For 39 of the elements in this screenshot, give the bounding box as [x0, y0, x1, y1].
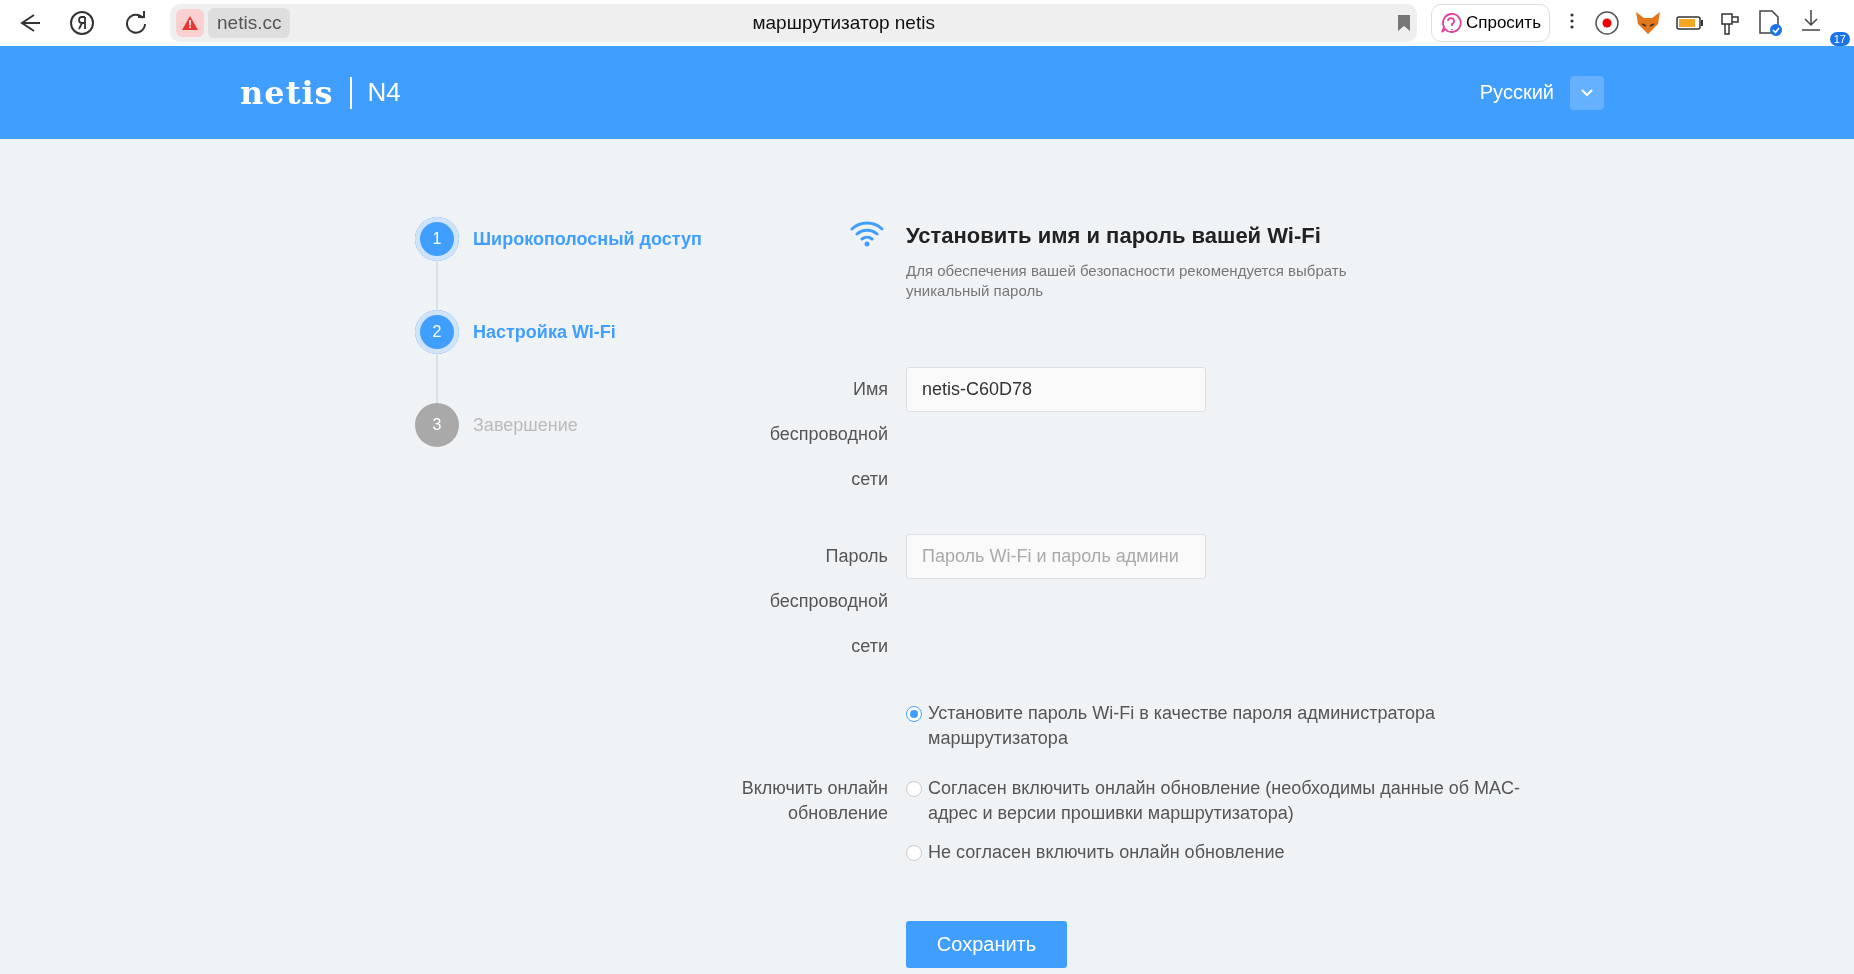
step-number: 1 [415, 217, 459, 261]
chevron-down-icon [1581, 88, 1593, 97]
chat-question-icon [1439, 12, 1462, 34]
section-title: Установить имя и пароль вашей Wi-Fi [906, 222, 1322, 249]
download-count: 17 [1829, 32, 1850, 46]
logo: netis [240, 73, 334, 112]
step-label: Широкополосный доступ [473, 228, 702, 250]
field-label: Включить онлайн обновление [740, 777, 888, 825]
battery-icon[interactable] [1676, 15, 1704, 31]
warning-icon[interactable] [181, 15, 199, 31]
step-label: Настройка Wi-Fi [473, 321, 616, 343]
option-label: Не согласен включить онлайн обновление [928, 841, 1285, 864]
page-title: маршрутизатор netis [752, 12, 935, 34]
text-field[interactable]: netis-C60D78 [906, 367, 1206, 412]
option-label: Установите пароль Wi-Fi в качестве пароля администратора маршрутизатора [928, 702, 1437, 750]
ask-button[interactable]: Спросить [1430, 4, 1550, 42]
fox-icon[interactable] [1634, 10, 1662, 36]
field-label: Имя беспроводной сети [768, 378, 888, 491]
text-field[interactable]: Пароль Wi-Fi и пароль админи [906, 534, 1206, 579]
document-check-icon[interactable] [1756, 9, 1784, 37]
wifi-icon [850, 219, 884, 247]
address-bar[interactable]: netis.cc маршрутизатор netis [170, 4, 1417, 42]
step-number: 3 [415, 403, 459, 447]
model-name: N4 [367, 77, 401, 108]
language-label: Русский [1479, 81, 1554, 104]
record-icon[interactable] [1594, 10, 1620, 36]
radio-button[interactable] [906, 845, 922, 861]
plug-icon[interactable] [1718, 10, 1742, 36]
field-label: Пароль беспроводной сети [768, 545, 888, 658]
radio-button[interactable] [906, 781, 922, 797]
option-label: Согласен включить онлайн обновление (необходимы данные об MAC-адрес и версии прошивки маршрутизатора) [928, 777, 1521, 825]
step-label: Завершение [473, 414, 578, 436]
bookmark-icon[interactable] [1396, 14, 1411, 32]
url-text[interactable]: netis.cc [208, 8, 291, 38]
more-icon[interactable] [1570, 11, 1574, 30]
checkbox[interactable] [906, 706, 922, 722]
section-subtitle: Для обеспечения вашей безопасности рекомендуется выбрать уникальный пароль [906, 261, 1348, 301]
step-number: 2 [415, 310, 459, 354]
browser-logo-icon[interactable] [68, 9, 96, 37]
